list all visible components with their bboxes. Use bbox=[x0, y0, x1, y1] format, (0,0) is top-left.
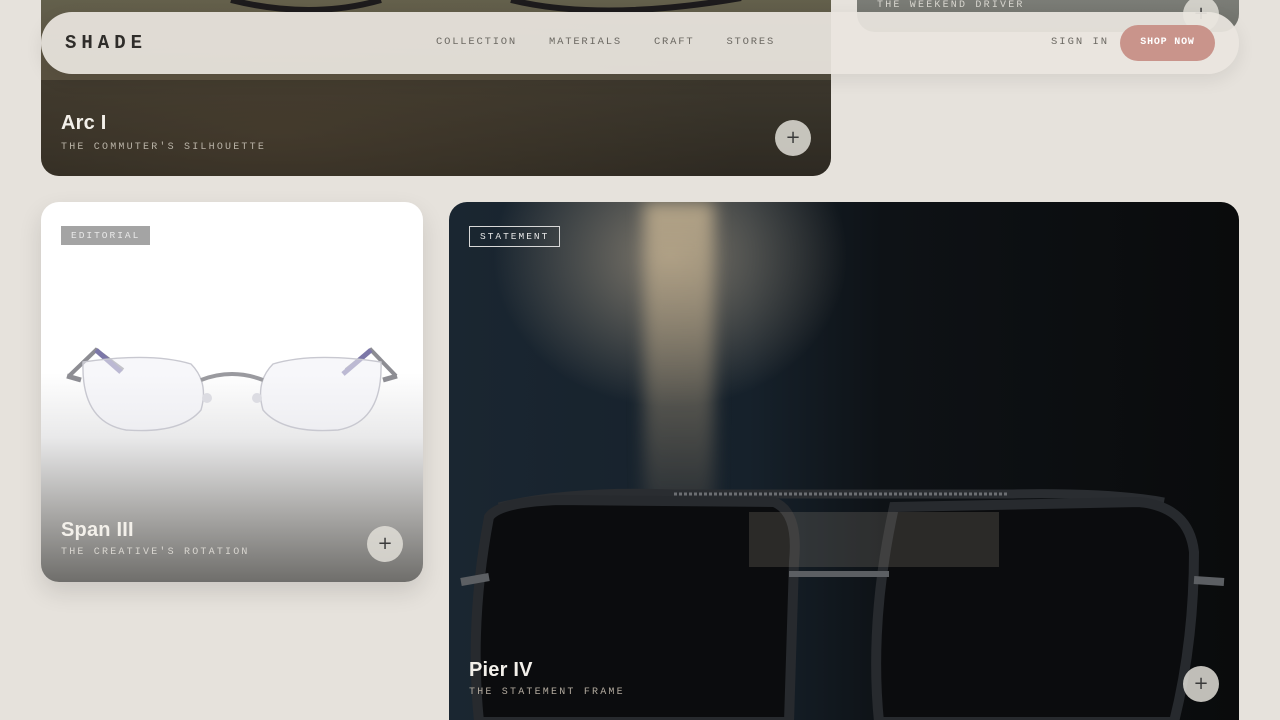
top-navbar: SHADE COLLECTION MATERIALS CRAFT STORES … bbox=[41, 12, 1239, 74]
add-arc-button[interactable]: + bbox=[775, 120, 811, 156]
product-card-pier[interactable]: STATEMENT Pier IV THE STATEMENT FRAME + bbox=[449, 202, 1239, 720]
shop-now-button[interactable]: SHOP NOW bbox=[1120, 25, 1215, 61]
nav-links: COLLECTION MATERIALS CRAFT STORES bbox=[436, 36, 775, 48]
card-subtitle: THE CREATIVE'S ROTATION bbox=[61, 547, 250, 558]
add-pier-button[interactable]: + bbox=[1183, 666, 1219, 702]
nav-link-collection[interactable]: COLLECTION bbox=[436, 36, 517, 48]
plus-icon: + bbox=[377, 533, 393, 554]
card-subtitle: THE COMMUTER'S SILHOUETTE bbox=[61, 142, 267, 153]
editorial-tag: EDITORIAL bbox=[61, 226, 151, 245]
card-subtitle: THE STATEMENT FRAME bbox=[469, 687, 625, 698]
rimless-glasses-image bbox=[66, 347, 398, 432]
card-title: Span III bbox=[61, 519, 134, 541]
card-title: Arc I bbox=[61, 112, 107, 134]
add-span-button[interactable]: + bbox=[367, 526, 403, 562]
card-title: Pier IV bbox=[469, 659, 533, 681]
sign-in-link[interactable]: SIGN IN bbox=[1051, 36, 1109, 48]
plus-icon: + bbox=[785, 127, 801, 148]
nav-link-craft[interactable]: CRAFT bbox=[654, 36, 695, 48]
aviator-glasses-image bbox=[460, 488, 1225, 720]
product-card-span[interactable]: EDITORIAL Span III THE CREATIVE'S ROTATI… bbox=[41, 202, 423, 582]
plus-icon: + bbox=[1193, 673, 1209, 694]
card-subtitle: THE WEEKEND DRIVER bbox=[877, 0, 1025, 11]
nav-link-materials[interactable]: MATERIALS bbox=[549, 36, 622, 48]
brand-logo[interactable]: SHADE bbox=[65, 32, 147, 54]
nav-link-stores[interactable]: STORES bbox=[726, 36, 775, 48]
